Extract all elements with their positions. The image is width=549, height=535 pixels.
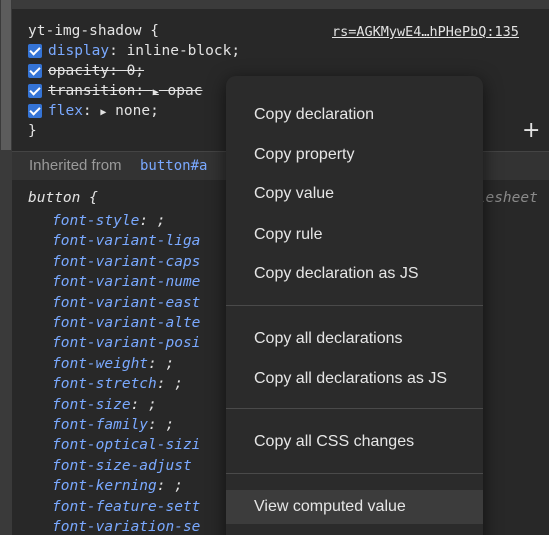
- property-name: font-feature-sett: [52, 498, 201, 515]
- property-name: font-style: [52, 213, 140, 229]
- declaration-row[interactable]: font-size: ;: [52, 395, 157, 415]
- property-value: ;: [148, 396, 157, 413]
- property-name: font-variant-caps: [52, 253, 201, 270]
- menu-separator: [226, 408, 483, 409]
- menu-separator: [226, 305, 483, 306]
- property-name: font-variant-posi: [52, 335, 201, 352]
- source-link[interactable]: rs=AGKMywE4…hPHePbQ:135: [332, 22, 519, 42]
- property-value: ;: [165, 417, 175, 433]
- menu-item-copy-all-css-changes[interactable]: Copy all CSS changes: [226, 425, 483, 459]
- styles-pane: yt-img-shadow { rs=AGKMywE4…hPHePbQ:135 …: [12, 0, 549, 535]
- menu-item-copy-all-declarations-as-js[interactable]: Copy all declarations as JS: [226, 362, 483, 396]
- property-name: transition: [48, 83, 136, 99]
- property-value: inline-block;: [126, 43, 241, 59]
- property-name: font-optical-sizi: [52, 437, 201, 454]
- declaration-row[interactable]: font-size-adjust: [52, 456, 192, 476]
- declaration-checkbox[interactable]: [28, 44, 42, 58]
- expand-triangle-icon[interactable]: ▶: [153, 87, 159, 98]
- property-name: font-weight: [52, 355, 149, 372]
- declaration-row[interactable]: font-feature-sett: [52, 497, 200, 517]
- menu-item-copy-declaration-as-js[interactable]: Copy declaration as JS: [226, 257, 483, 291]
- declaration-row[interactable]: font-stretch: ;: [52, 374, 183, 394]
- menu-item-copy-rule[interactable]: Copy rule: [226, 218, 483, 252]
- declaration-row[interactable]: font-variant-east: [52, 293, 200, 313]
- rule-selector[interactable]: button {: [28, 190, 98, 206]
- menu-item-copy-declaration[interactable]: Copy declaration: [226, 98, 483, 132]
- declaration-row[interactable]: font-variant-alte: [52, 313, 200, 333]
- declaration-row[interactable]: font-kerning: ;: [52, 476, 183, 496]
- property-name: font-variant-alte: [52, 315, 201, 331]
- property-name: display: [48, 43, 110, 59]
- declaration-checkbox[interactable]: [28, 84, 42, 98]
- rule-selector[interactable]: yt-img-shadow {: [28, 21, 159, 41]
- context-menu: Copy declaration Copy property Copy valu…: [226, 76, 483, 535]
- declaration-row[interactable]: font-weight: ;: [52, 354, 174, 374]
- declaration-transition[interactable]: transition: ▶ opac: [48, 81, 202, 101]
- declaration-row[interactable]: font-optical-sizi: [52, 435, 200, 455]
- property-name: font-variant-nume: [52, 274, 201, 291]
- property-value: none;: [115, 103, 159, 119]
- declaration-flex[interactable]: flex: ▶ none;: [48, 101, 159, 121]
- property-name: font-kerning: [52, 478, 157, 495]
- property-value: ;: [165, 355, 175, 372]
- menu-separator: [226, 473, 483, 474]
- property-name: opacity: [48, 63, 110, 79]
- property-name: font-variant-east: [52, 294, 201, 311]
- declaration-row[interactable]: font-variation-se: [52, 517, 200, 535]
- left-scrollbar[interactable]: [0, 0, 12, 535]
- property-name: font-size-adjust: [52, 457, 192, 474]
- rule-close-brace: }: [28, 123, 37, 139]
- property-value: ;: [156, 213, 166, 229]
- declaration-row[interactable]: font-variant-caps: [52, 252, 200, 272]
- property-name: font-family: [52, 417, 149, 433]
- property-value: ;: [174, 478, 183, 495]
- property-value: ;: [174, 376, 183, 393]
- declaration-row[interactable]: font-variant-posi: [52, 333, 200, 353]
- declaration-checkbox[interactable]: [28, 104, 42, 118]
- inherited-element-link[interactable]: button#a: [140, 152, 207, 180]
- declaration-display[interactable]: display: inline-block;: [48, 41, 240, 61]
- add-property-button[interactable]: +: [522, 118, 540, 143]
- menu-item-copy-all-declarations[interactable]: Copy all declarations: [226, 322, 483, 356]
- inherited-label: Inherited from: [29, 157, 122, 174]
- pane-top-bar: [12, 0, 549, 9]
- declaration-opacity[interactable]: opacity: 0;: [48, 61, 144, 81]
- property-name: flex: [48, 103, 83, 119]
- declaration-row[interactable]: font-variant-liga: [52, 231, 200, 251]
- scrollbar-thumb[interactable]: [1, 0, 11, 150]
- menu-item-view-computed-value[interactable]: View computed value: [226, 490, 483, 524]
- property-value: 0;: [126, 63, 145, 79]
- declaration-row[interactable]: font-style: ;: [52, 211, 166, 231]
- property-name: font-stretch: [52, 376, 157, 393]
- property-name: font-variation-se: [52, 519, 201, 535]
- property-name: font-size: [52, 396, 131, 413]
- expand-triangle-icon[interactable]: ▶: [100, 107, 106, 118]
- menu-item-copy-property[interactable]: Copy property: [226, 138, 483, 172]
- property-name: font-variant-liga: [52, 233, 201, 250]
- menu-item-copy-value[interactable]: Copy value: [226, 177, 483, 211]
- declaration-row[interactable]: font-variant-nume: [52, 272, 200, 292]
- declaration-row[interactable]: font-family: ;: [52, 415, 174, 435]
- declaration-checkbox[interactable]: [28, 64, 42, 78]
- property-value: opac: [167, 83, 203, 99]
